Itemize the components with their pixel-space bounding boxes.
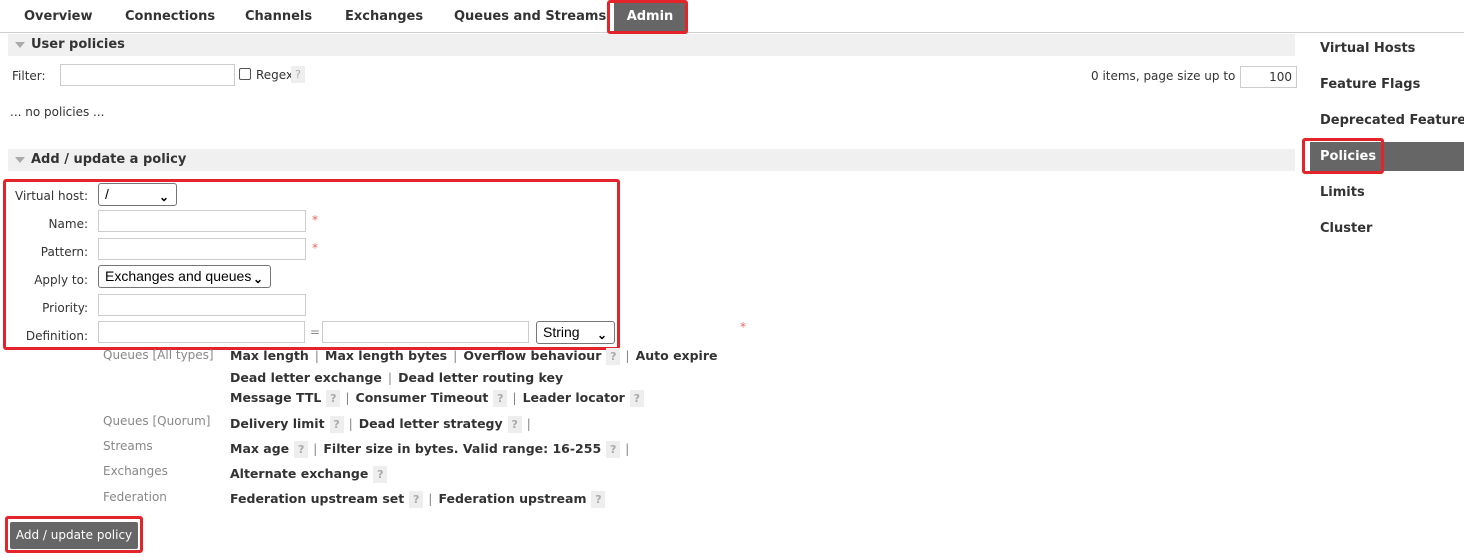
definition-label: Definition: [25, 329, 88, 343]
link-overflow-behaviour[interactable]: Overflow behaviour [463, 348, 601, 363]
quick-links-queues-all-3: Message TTL? | Consumer Timeout? | Leader lo… [230, 390, 649, 407]
sidebar-item-virtual-hosts[interactable]: Virtual Hosts [1320, 41, 1415, 56]
category-queues-quorum: Queues [Quorum] [103, 414, 211, 428]
items-count-text: 0 items, page size up to [1091, 69, 1236, 83]
tabs-divider [0, 32, 1464, 33]
quick-links-exchanges: Alternate exchange? [230, 466, 392, 483]
help-icon[interactable]: ? [294, 441, 309, 458]
category-queues-all: Queues [All types] [103, 348, 214, 362]
add-policy-header[interactable]: Add / update a policy [8, 149, 1295, 171]
quick-links-streams: Max age? | Filter size in bytes. Valid ran… [230, 441, 630, 458]
vhost-select[interactable]: / ⌄ [98, 183, 177, 206]
add-policy-title: Add / update a policy [31, 152, 187, 167]
required-marker: * [312, 213, 318, 227]
help-icon[interactable]: ? [493, 390, 508, 407]
link-dead-letter-exchange[interactable]: Dead letter exchange [230, 370, 382, 385]
help-icon[interactable]: ? [591, 491, 606, 508]
definition-type-value: String [543, 324, 580, 340]
link-leader-locator[interactable]: Leader locator [523, 390, 625, 405]
help-icon[interactable]: ? [291, 66, 305, 83]
help-icon[interactable]: ? [326, 390, 341, 407]
tab-overview[interactable]: Overview [24, 9, 93, 24]
pattern-label: Pattern: [40, 245, 88, 259]
link-max-length-bytes[interactable]: Max length bytes [325, 348, 447, 363]
filter-label: Filter: [12, 69, 46, 83]
equals-sign: = [310, 325, 321, 339]
apply-to-value: Exchanges and queues [105, 268, 252, 284]
collapse-triangle-icon [15, 156, 25, 163]
priority-input[interactable] [98, 294, 306, 316]
sidebar-item-limits[interactable]: Limits [1320, 185, 1365, 200]
apply-to-select[interactable]: Exchanges and queues ⌄ [98, 265, 271, 288]
help-icon[interactable]: ? [629, 390, 644, 407]
category-streams: Streams [103, 439, 153, 453]
add-update-policy-button[interactable]: Add / update policy [10, 522, 138, 549]
help-icon[interactable]: ? [373, 466, 388, 483]
user-policies-title: User policies [31, 37, 125, 52]
regex-checkbox[interactable] [239, 68, 251, 80]
link-dead-letter-routing-key[interactable]: Dead letter routing key [398, 370, 563, 385]
quick-links-federation: Federation upstream set? | Federation upst… [230, 491, 610, 508]
help-icon[interactable]: ? [606, 348, 621, 365]
link-dead-letter-strategy[interactable]: Dead letter strategy [359, 416, 503, 431]
link-filter-size[interactable]: Filter size in bytes. Valid range: 16-25… [323, 441, 601, 456]
sidebar-item-cluster[interactable]: Cluster [1320, 221, 1372, 236]
regex-label: Regex [256, 68, 294, 82]
tab-exchanges[interactable]: Exchanges [345, 9, 423, 24]
link-max-length[interactable]: Max length [230, 348, 309, 363]
chevron-down-icon: ⌄ [158, 190, 169, 204]
sidebar-item-deprecated-features[interactable]: Deprecated Features [1320, 113, 1464, 128]
sidebar-item-feature-flags[interactable]: Feature Flags [1320, 77, 1420, 92]
priority-label: Priority: [42, 301, 88, 315]
help-icon[interactable]: ? [606, 441, 621, 458]
help-icon[interactable]: ? [329, 416, 344, 433]
required-marker: * [740, 320, 746, 334]
name-input[interactable] [98, 210, 306, 232]
pattern-input[interactable] [98, 238, 306, 260]
help-icon[interactable]: ? [409, 491, 424, 508]
link-max-age[interactable]: Max age [230, 441, 289, 456]
link-message-ttl[interactable]: Message TTL [230, 390, 321, 405]
definition-value-input[interactable] [322, 321, 529, 343]
link-alternate-exchange[interactable]: Alternate exchange [230, 466, 368, 481]
vhost-label: Virtual host: [15, 189, 88, 203]
definition-type-select[interactable]: String ⌄ [536, 321, 615, 344]
page-size-input[interactable] [1240, 66, 1297, 88]
link-federation-upstream[interactable]: Federation upstream [438, 491, 586, 506]
quick-links-queues-all-1: Max length | Max length bytes | Overflow beh… [230, 348, 718, 365]
chevron-down-icon: ⌄ [596, 328, 607, 342]
link-federation-upstream-set[interactable]: Federation upstream set [230, 491, 404, 506]
name-label: Name: [48, 217, 88, 231]
quick-links-queues-quorum: Delivery limit? | Dead letter strategy? | [230, 416, 531, 433]
link-delivery-limit[interactable]: Delivery limit [230, 416, 325, 431]
help-icon[interactable]: ? [507, 416, 522, 433]
top-tabs: Overview Connections Channels Exchanges … [0, 0, 1464, 34]
tab-connections[interactable]: Connections [125, 9, 215, 24]
vhost-value: / [105, 186, 109, 202]
apply-to-label: Apply to: [34, 273, 88, 287]
chevron-down-icon: ⌄ [252, 272, 263, 286]
user-policies-header[interactable]: User policies [8, 34, 1295, 56]
link-auto-expire[interactable]: Auto expire [636, 348, 718, 363]
category-federation: Federation [103, 490, 167, 504]
tab-queues-and-streams[interactable]: Queues and Streams [454, 9, 606, 24]
no-policies-text: ... no policies ... [10, 105, 105, 119]
tab-admin[interactable]: Admin [614, 3, 686, 33]
quick-links-queues-all-2: Dead letter exchange | Dead letter routing… [230, 370, 564, 385]
link-consumer-timeout[interactable]: Consumer Timeout [356, 390, 489, 405]
category-exchanges: Exchanges [103, 464, 168, 478]
sidebar-item-policies[interactable]: Policies [1310, 142, 1464, 171]
required-marker: * [312, 241, 318, 255]
definition-key-input[interactable] [98, 321, 305, 343]
tab-channels[interactable]: Channels [245, 9, 312, 24]
collapse-triangle-icon [15, 41, 25, 48]
filter-input[interactable] [60, 64, 235, 86]
